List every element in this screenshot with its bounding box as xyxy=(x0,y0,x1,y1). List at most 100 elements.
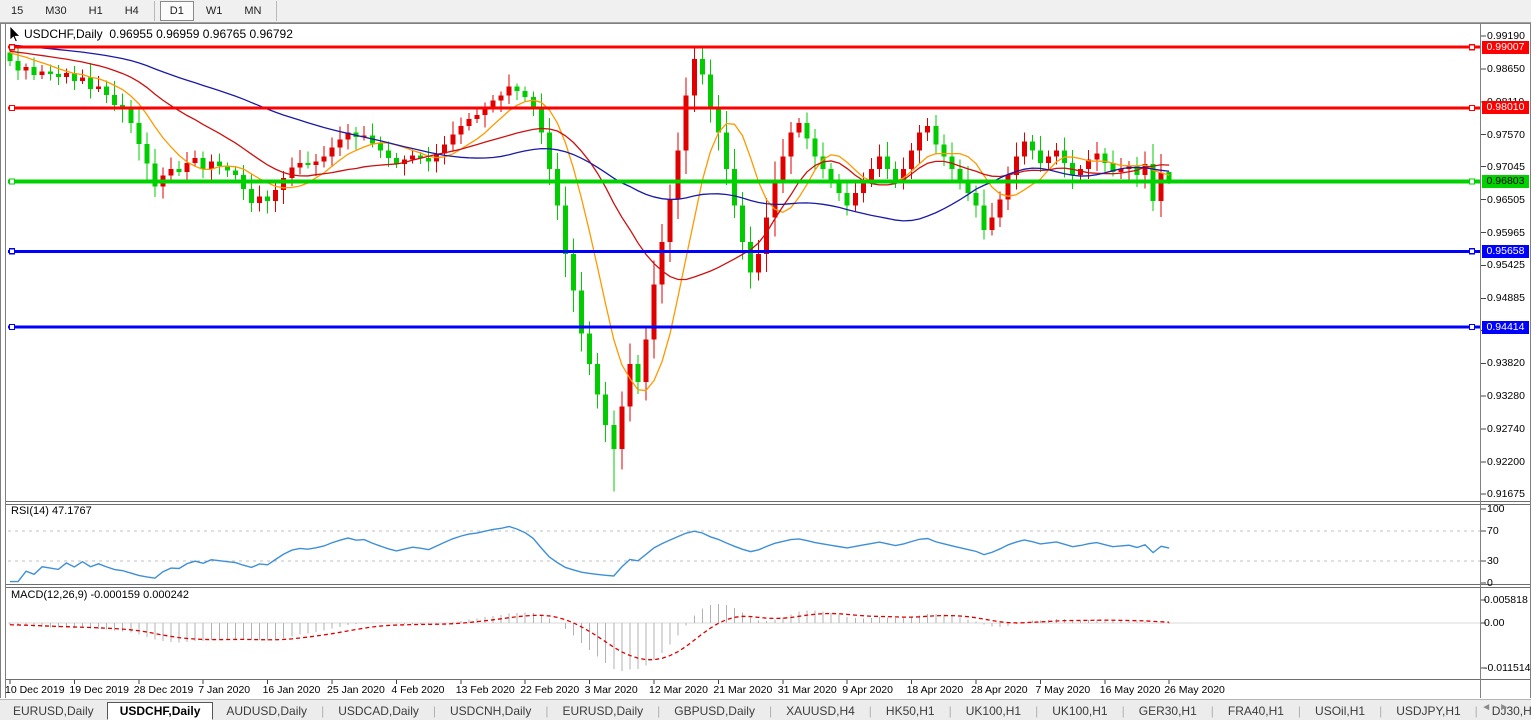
candle-body-bear xyxy=(740,205,745,242)
candle-body-bear xyxy=(249,189,254,203)
candle-body-bull xyxy=(1022,141,1027,156)
macd-axis-label: 0.00 xyxy=(1484,617,1504,629)
candle-body-bull xyxy=(297,163,302,168)
candle-body-bull xyxy=(64,73,69,77)
candle-body-bull xyxy=(627,364,632,407)
price-badge-0.95658: 0.95658 xyxy=(1482,245,1529,258)
hline-handle[interactable] xyxy=(10,325,15,330)
candle-body-bear xyxy=(16,61,21,71)
candle-body-bear xyxy=(531,97,536,108)
candle-body-bull xyxy=(185,163,190,172)
tab-xauusd-h4[interactable]: XAUUSD,H4 xyxy=(773,702,868,720)
macd-axis-label: 0.005818 xyxy=(1484,594,1528,606)
hline-handle[interactable] xyxy=(1470,105,1475,110)
candle-body-bear xyxy=(32,67,37,75)
date-axis-label: 19 Dec 2019 xyxy=(69,684,129,696)
candle-body-bear xyxy=(201,158,206,169)
candle-body-bull xyxy=(925,126,930,132)
candle-body-bull xyxy=(466,119,471,126)
tab-uk100-h1[interactable]: UK100,H1 xyxy=(953,702,1034,720)
tab-usdcnh-daily[interactable]: USDCNH,Daily xyxy=(437,702,544,720)
price-axis-label: 0.97045 xyxy=(1487,161,1525,173)
date-axis-label: 28 Apr 2020 xyxy=(971,684,1028,696)
tab-fra40-h1[interactable]: FRA40,H1 xyxy=(1215,702,1297,720)
candle-body-bear xyxy=(595,364,600,394)
candle-body-bear xyxy=(128,110,133,123)
candle-body-bull xyxy=(499,96,504,101)
candle-body-bear xyxy=(523,91,528,97)
hline-handle[interactable] xyxy=(10,45,15,50)
candle-body-bull xyxy=(1046,157,1051,163)
candle-body-bear xyxy=(426,158,431,162)
candle-body-bear xyxy=(104,87,109,96)
hline-handle[interactable] xyxy=(10,249,15,254)
candle-body-bear xyxy=(305,163,310,165)
price-badge-0.99007: 0.99007 xyxy=(1482,41,1529,54)
date-axis-label: 7 Jan 2020 xyxy=(198,684,250,696)
candle-body-bull xyxy=(788,132,793,156)
price-axis-label: 0.95425 xyxy=(1487,259,1525,271)
candle-body-bear xyxy=(635,364,640,382)
hline-handle[interactable] xyxy=(1470,179,1475,184)
candle-body-bear xyxy=(732,169,737,206)
candle-body-bear xyxy=(587,333,592,363)
hline-handle[interactable] xyxy=(1470,325,1475,330)
candle-body-bull xyxy=(257,196,262,203)
candle-body-bear xyxy=(845,193,850,205)
date-axis-label: 16 May 2020 xyxy=(1100,684,1161,696)
rsi-axis-label: 70 xyxy=(1487,525,1499,537)
price-axis-label: 0.95965 xyxy=(1487,227,1525,239)
candle-body-bull xyxy=(450,135,455,145)
candle-body-bull xyxy=(1159,173,1164,202)
tab-usdjpy-h1[interactable]: USDJPY,H1 xyxy=(1383,702,1473,720)
candle-body-bull xyxy=(1054,151,1059,157)
date-axis-label: 26 May 2020 xyxy=(1164,684,1225,696)
tab-hk50-h1[interactable]: HK50,H1 xyxy=(873,702,948,720)
date-axis-label: 21 Mar 2020 xyxy=(713,684,772,696)
candle-body-bear xyxy=(716,108,721,132)
candle-body-bull xyxy=(796,123,801,132)
candle-body-bear xyxy=(48,71,53,73)
candle-body-bear xyxy=(708,74,713,108)
candle-body-bear xyxy=(378,143,383,150)
price-axis-label: 0.93280 xyxy=(1487,390,1525,402)
candle-body-bull xyxy=(96,87,101,89)
candle-body-bear xyxy=(957,169,962,181)
candle-body-bull xyxy=(764,218,769,255)
candle-body-bull xyxy=(780,157,785,181)
tab-uk100-h1[interactable]: UK100,H1 xyxy=(1039,702,1120,720)
chart-area[interactable] xyxy=(0,0,1531,720)
candle-body-bull xyxy=(273,190,278,201)
date-axis-label: 18 Apr 2020 xyxy=(907,684,964,696)
candle-body-bear xyxy=(611,425,616,449)
candle-body-bear xyxy=(700,59,705,74)
candle-body-bull xyxy=(313,162,318,166)
hline-handle[interactable] xyxy=(10,105,15,110)
candle-body-bear xyxy=(265,196,270,201)
rsi-axis-label: 30 xyxy=(1487,555,1499,567)
candle-body-bear xyxy=(386,151,391,158)
candle-body-bull xyxy=(990,218,995,230)
hline-handle[interactable] xyxy=(1470,249,1475,254)
price-axis-label: 0.97570 xyxy=(1487,129,1525,141)
tab-eurusd-daily[interactable]: EURUSD,Daily xyxy=(0,702,107,720)
date-axis-label: 13 Feb 2020 xyxy=(456,684,515,696)
date-axis-label: 3 Mar 2020 xyxy=(585,684,638,696)
tab-ger30-h1[interactable]: GER30,H1 xyxy=(1126,702,1210,720)
hline-handle[interactable] xyxy=(10,179,15,184)
tab-usdchf-daily[interactable]: USDCHF,Daily xyxy=(107,702,214,720)
candle-body-bull xyxy=(909,151,914,169)
scroll-right-icon[interactable]: ► xyxy=(1499,702,1517,713)
trading-platform-window: 15M30H1H4D1W1MN USDCHF,Daily 0.96955 0.9… xyxy=(0,0,1531,720)
candle-body-bear xyxy=(974,193,979,205)
tab-audusd-daily[interactable]: AUDUSD,Daily xyxy=(213,702,320,720)
tab-eurusd-daily[interactable]: EURUSD,Daily xyxy=(549,702,656,720)
candle-body-bear xyxy=(547,132,552,169)
candle-body-bull xyxy=(684,96,689,151)
tab-gbpusd-daily[interactable]: GBPUSD,Daily xyxy=(661,702,768,720)
hline-handle[interactable] xyxy=(1470,45,1475,50)
tab-usoil-h1[interactable]: USOil,H1 xyxy=(1302,702,1378,720)
rsi-axis-label: 100 xyxy=(1487,503,1505,515)
scroll-left-icon[interactable]: ◄ xyxy=(1481,702,1499,713)
tab-usdcad-daily[interactable]: USDCAD,Daily xyxy=(325,702,432,720)
